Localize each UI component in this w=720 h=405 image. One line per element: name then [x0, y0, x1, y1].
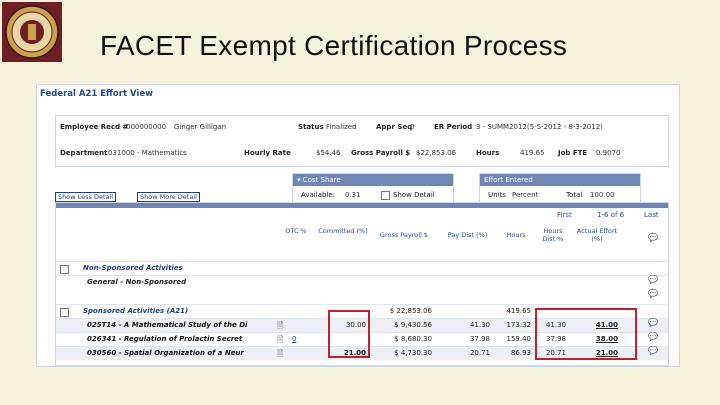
er-period-label: ER Period	[434, 123, 473, 131]
hours-value: 159.40	[506, 335, 532, 343]
sponsored-hours: 419.65	[506, 307, 532, 315]
employee-name: Ginger Gilligan	[174, 123, 227, 131]
sponsored-title: Sponsored Activities (A21)	[83, 307, 189, 315]
gross-payroll-value: $ 4,730.30	[394, 349, 432, 357]
comment-icon[interactable]: 💬	[648, 233, 658, 242]
job-fte-label: Job FTE	[558, 149, 588, 157]
cost-share-panel: ▾ Cost Share Available: 0.31 Show Detail	[292, 173, 454, 205]
project-name: 030560 - Spatial Organization of a Neur	[87, 349, 244, 357]
university-seal-logo	[2, 2, 62, 62]
project-name: 025T14 - A Mathematical Study of the Di	[87, 321, 248, 329]
comment-icon[interactable]: 💬	[648, 318, 658, 327]
comment-icon[interactable]: 💬	[648, 332, 658, 341]
col-pay-dist: Pay Dist (%)	[447, 231, 488, 239]
employee-id: 000000000	[126, 123, 167, 131]
gross-payroll-label: Gross Payroll $	[351, 149, 411, 157]
col-gross-payroll: Gross Payroll $	[379, 231, 429, 239]
col-hours: Hours	[506, 231, 526, 239]
gross-payroll-value: $22,853.06	[416, 149, 457, 157]
show-detail-label: Show Detail	[393, 191, 435, 199]
view-title: Federal A21 Effort View	[40, 89, 153, 99]
col-otc: OTC %	[285, 227, 307, 235]
pay-dist-value: 41.30	[469, 321, 490, 329]
department-label: Department	[60, 149, 108, 157]
pay-dist-value: 20.71	[469, 349, 490, 357]
document-icon[interactable]: 🗎	[277, 348, 283, 362]
comment-icon[interactable]: 💬	[648, 275, 658, 284]
employee-info-panel: Employee Recd # 000000000 Ginger Gilliga…	[55, 115, 669, 167]
appr-seq-label: Appr Seq	[376, 123, 413, 131]
available-value: 0.31	[345, 191, 361, 199]
units-label: Units	[488, 191, 506, 199]
hourly-rate-label: Hourly Rate	[244, 149, 291, 157]
committed-highlight-box	[328, 310, 370, 358]
col-hours-dist: Hours Dist %	[542, 227, 564, 243]
department-value: 031000 - Mathematics	[108, 149, 187, 157]
status-label: Status	[298, 123, 324, 131]
gross-payroll-value: $ 9,430.56	[394, 321, 432, 329]
hours-value: 419.65	[520, 149, 545, 157]
sponsored-checkbox[interactable]	[60, 308, 69, 317]
employee-label: Employee Recd #	[60, 123, 129, 131]
grid-header-bar	[56, 203, 668, 208]
total-value: 100.00	[590, 191, 615, 199]
show-less-detail-button[interactable]: Show Less Detail	[55, 192, 117, 202]
hours-value: 173.32	[506, 321, 532, 329]
non-sponsored-checkbox[interactable]	[60, 265, 69, 274]
er-period-value: 3 - SUMM2012(5-5-2012 - 8-3-2012)	[476, 123, 603, 131]
gross-payroll-value: $ 8,680.30	[394, 335, 432, 343]
show-detail-checkbox[interactable]	[381, 191, 390, 200]
slide-title: FACET Exempt Certification Process	[100, 30, 568, 61]
units-value: Percent	[512, 191, 539, 199]
job-fte-value: 0.9070	[596, 149, 621, 157]
appr-seq-value: 0	[410, 123, 415, 131]
non-sponsored-title: Non-Sponsored Activities	[83, 264, 183, 272]
general-label: General - Non-Sponsored	[87, 278, 187, 286]
cost-share-header: Cost Share	[302, 176, 341, 184]
non-sponsored-row: Non-Sponsored Activities	[56, 261, 668, 275]
comment-icon[interactable]: 💬	[648, 346, 658, 355]
comment-icon[interactable]: 💬	[648, 289, 658, 298]
actual-effort-highlight-box	[535, 308, 637, 360]
general-row: General - Non-Sponsored	[56, 275, 668, 289]
col-actual-effort: Actual Effort (%)	[576, 227, 618, 243]
hourly-rate-value: $54.46	[316, 149, 341, 157]
effort-entered-panel: Effort Entered Units Percent Total 100.0…	[479, 173, 641, 205]
col-committed: Committed (%)	[318, 227, 368, 235]
total-label: Total	[566, 191, 583, 199]
available-label: Available:	[301, 191, 336, 199]
hours-value: 86.93	[510, 349, 531, 357]
status-value: Finalized	[326, 123, 357, 131]
effort-entered-header: Effort Entered	[480, 174, 640, 186]
hours-label: Hours	[476, 149, 500, 157]
project-name: 026341 - Regulation of Prolactin Secret	[87, 335, 243, 343]
show-more-detail-button[interactable]: Show More Detail	[137, 192, 200, 202]
pay-dist-value: 37.98	[469, 335, 490, 343]
otc-value[interactable]: 0	[292, 335, 296, 343]
sponsored-gross-payroll: $ 22,853.06	[389, 307, 432, 315]
